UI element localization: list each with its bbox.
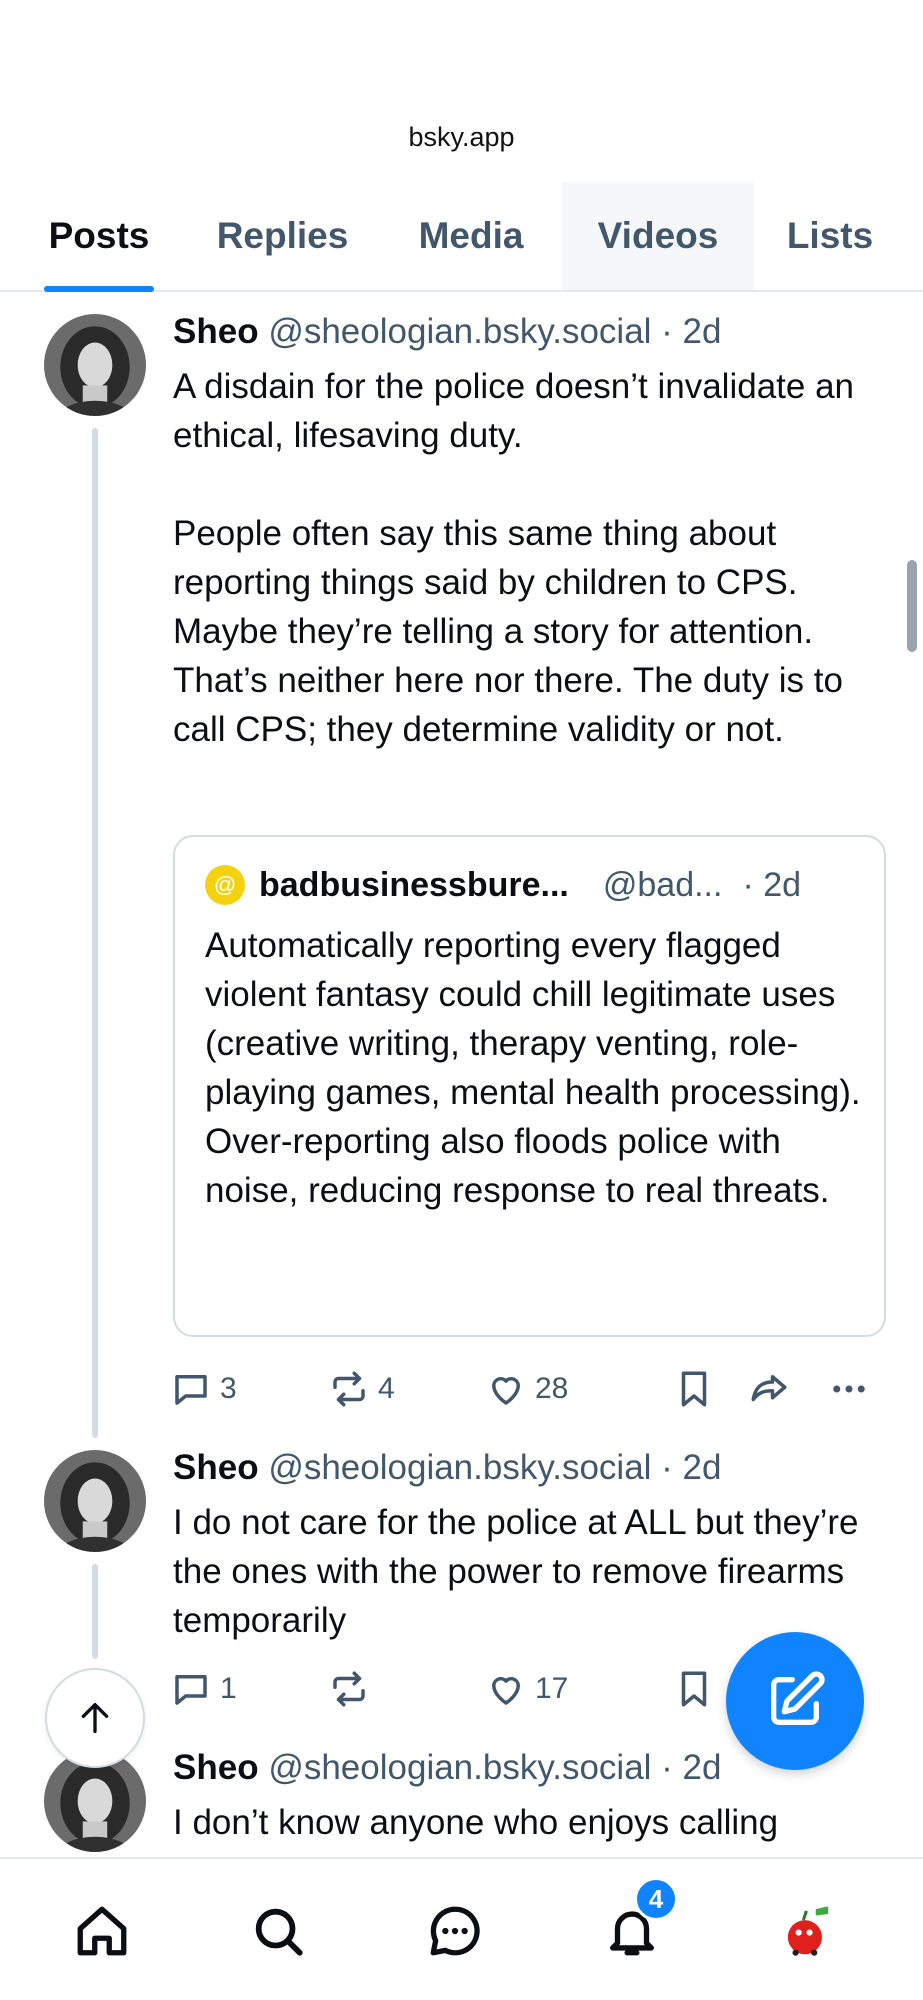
tab-media[interactable]: Media <box>400 182 542 290</box>
quote-author-handle: @bad... <box>602 865 723 904</box>
reply-icon <box>175 1675 207 1705</box>
nav-search[interactable] <box>228 1881 328 1981</box>
quote-timestamp: · 2d <box>742 865 802 904</box>
url-text: bsky.app <box>408 122 515 152</box>
bookmark-icon <box>681 1371 707 1407</box>
notification-badge: 4 <box>634 1877 678 1921</box>
search-icon <box>255 1908 303 1956</box>
author-name[interactable]: Sheo <box>173 1448 259 1487</box>
quote-author-name: badbusinessbure... <box>259 865 569 904</box>
repost-icon <box>333 1671 365 1707</box>
browser-url-bar[interactable]: bsky.app <box>0 0 923 180</box>
share-icon <box>751 1375 787 1402</box>
arrow-up-icon <box>81 1703 109 1733</box>
quote-header: @ badbusinessbure... @bad... · 2d <box>205 865 855 905</box>
heart-icon <box>492 1377 520 1405</box>
reply-button[interactable]: 1 <box>170 1664 237 1714</box>
author-handle[interactable]: @sheologian.bsky.social · 2d <box>268 312 721 351</box>
tab-posts[interactable]: Posts <box>30 182 168 290</box>
share-button[interactable] <box>748 1364 790 1414</box>
bookmark-button[interactable] <box>673 1364 715 1414</box>
chat-icon <box>430 1906 480 1956</box>
scroll-to-top-button[interactable] <box>45 1668 145 1768</box>
reply-button[interactable]: 3 <box>170 1364 237 1414</box>
repost-icon <box>333 1371 365 1407</box>
post-header: Sheo @sheologian.bsky.social · 2d <box>173 1748 721 1788</box>
like-button[interactable]: 17 <box>485 1664 568 1714</box>
author-name[interactable]: Sheo <box>173 1748 259 1787</box>
reply-icon <box>175 1375 207 1405</box>
compose-icon <box>771 1671 825 1725</box>
nav-notifications[interactable]: 4 <box>582 1877 682 1981</box>
thread-line <box>92 428 98 1438</box>
repost-button[interactable]: 4 <box>328 1364 395 1414</box>
like-button[interactable]: 28 <box>485 1364 568 1414</box>
nav-home[interactable] <box>52 1881 152 1981</box>
compose-post-button[interactable] <box>726 1632 864 1770</box>
repost-count: 4 <box>378 1372 395 1405</box>
post-header: Sheo @sheologian.bsky.social · 2d <box>173 1448 721 1488</box>
bookmark-icon <box>681 1671 707 1707</box>
bottom-navigation: 4 <box>0 1857 923 2000</box>
profile-avatar-icon <box>787 1906 829 1956</box>
posts-feed: Sheo @sheologian.bsky.social · 2d A disd… <box>0 294 923 1857</box>
tab-replies[interactable]: Replies <box>205 182 360 290</box>
like-count: 28 <box>535 1372 569 1405</box>
repost-button[interactable] <box>328 1664 370 1714</box>
tab-videos[interactable]: Videos <box>562 182 754 290</box>
avatar[interactable] <box>44 1450 146 1552</box>
quote-avatar-icon: @ <box>205 865 245 905</box>
author-name[interactable]: Sheo <box>173 312 259 351</box>
thread-line <box>92 1564 98 1659</box>
active-tab-indicator <box>44 286 154 292</box>
post-text[interactable]: A disdain for the police doesn’t invalid… <box>173 362 893 754</box>
heart-icon <box>492 1677 520 1705</box>
more-icon <box>833 1385 865 1393</box>
reply-count: 3 <box>220 1372 237 1405</box>
quote-text: Automatically reporting every flagged vi… <box>205 926 871 1210</box>
tab-lists[interactable]: Lists <box>775 182 885 290</box>
post-header: Sheo @sheologian.bsky.social · 2d <box>173 312 721 352</box>
reply-count: 1 <box>220 1672 237 1705</box>
nav-chat[interactable] <box>405 1881 505 1981</box>
author-handle[interactable]: @sheologian.bsky.social · 2d <box>268 1448 721 1487</box>
scrollbar[interactable] <box>907 560 917 652</box>
more-options-button[interactable] <box>828 1364 870 1414</box>
avatar[interactable] <box>44 314 146 416</box>
author-handle[interactable]: @sheologian.bsky.social · 2d <box>268 1748 721 1787</box>
home-icon <box>77 1906 127 1956</box>
post-text[interactable]: I don’t know anyone who enjoys calling <box>173 1798 893 1847</box>
post-text[interactable]: I do not care for the police at ALL but … <box>173 1498 893 1645</box>
post-actions: 3 4 28 <box>170 1364 880 1414</box>
quote-post[interactable]: @ badbusinessbure... @bad... · 2d Automa… <box>173 835 886 1337</box>
nav-profile[interactable] <box>758 1881 858 1981</box>
profile-tabs: Posts Replies Media Videos Lists <box>0 182 923 292</box>
like-count: 17 <box>535 1672 569 1705</box>
bookmark-button[interactable] <box>673 1664 715 1714</box>
